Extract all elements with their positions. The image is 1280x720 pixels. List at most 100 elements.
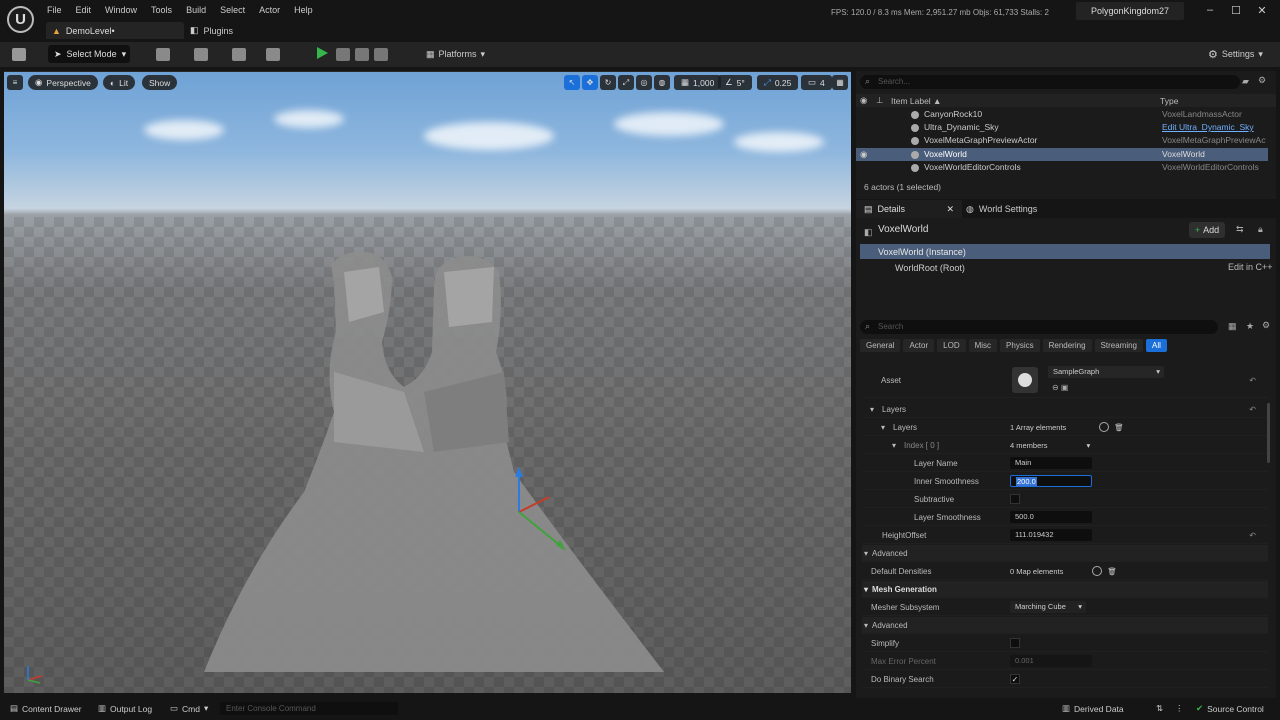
layers-array-row[interactable]: ▾ Layers 1 Array elements 🗑︎ [862, 419, 1268, 436]
tab-plugins[interactable]: ◧ Plugins [190, 22, 233, 39]
index-row[interactable]: ▾ Index [ 0 ] 4 members ▾ [862, 437, 1268, 454]
scale-tool-icon[interactable]: ⤢ [618, 75, 634, 90]
outliner-row[interactable]: VoxelWorldEditorControls VoxelWorldEdito… [856, 161, 1268, 174]
subtractive-checkbox[interactable] [1010, 494, 1020, 504]
expand-icon[interactable]: ▾ [870, 405, 874, 414]
grid-snap-button[interactable]: ▦ 1,000 [674, 75, 722, 90]
close-icon[interactable]: ✕ [946, 204, 954, 215]
component-instance[interactable]: VoxelWorld (Instance) [860, 244, 1270, 259]
level-viewport[interactable]: ≡ ◉ Perspective ◐ Lit Show ↖ ✥ ↻ ⤢ ◎ ◍ ▦… [4, 71, 851, 693]
mesh-generation-section[interactable]: ▾ Mesh Generation [862, 581, 1268, 598]
world-space-icon[interactable]: ◎ [636, 75, 652, 90]
unreal-logo-icon[interactable]: U [7, 6, 34, 33]
add-element-icon[interactable] [1092, 566, 1103, 576]
lock-icon[interactable]: 🔒︎ [1258, 224, 1263, 235]
add-component-button[interactable]: + Add [1189, 222, 1225, 238]
build-icon[interactable] [266, 48, 280, 61]
select-mode-dropdown[interactable]: ➤ Select Mode ▾ [48, 45, 130, 63]
menu-actor[interactable]: Actor [252, 4, 287, 16]
hamburger-icon[interactable]: ≡ [7, 75, 23, 90]
filter-lod[interactable]: LOD [937, 339, 966, 352]
asset-dropdown[interactable]: SampleGraph ▾ [1048, 366, 1164, 378]
revision-icon[interactable]: ⇅ [1156, 703, 1163, 714]
expand-icon[interactable]: ▾ [864, 585, 868, 594]
blueprint-icon[interactable] [194, 48, 208, 61]
asset-thumbnail[interactable] [1012, 367, 1038, 393]
expand-icon[interactable]: ▾ [892, 441, 896, 450]
outliner-row-selected[interactable]: ◉ VoxelWorld VoxelWorld [856, 148, 1268, 161]
filter-general[interactable]: General [860, 339, 901, 352]
chevron-down-icon[interactable]: ▾ [1087, 441, 1091, 450]
show-button[interactable]: Show [142, 75, 178, 90]
layers-section[interactable]: ▾ Layers ↶ [862, 401, 1268, 418]
output-log-button[interactable]: ▥ Output Log [98, 703, 152, 714]
minimize-icon[interactable]: – [1200, 4, 1220, 18]
tab-world-settings[interactable]: ◍ World Settings [966, 200, 1037, 218]
menu-select[interactable]: Select [213, 4, 252, 16]
content-drawer-button[interactable]: ▤ Content Drawer [10, 703, 82, 714]
advanced-section[interactable]: ▾ Advanced [862, 545, 1268, 562]
star-icon[interactable]: ★ [1246, 321, 1254, 332]
details-search-input[interactable]: Search [860, 320, 1218, 334]
settings-button[interactable]: ⚙ Settings ▾ [1208, 45, 1263, 63]
filter-rendering[interactable]: Rendering [1042, 339, 1092, 352]
cinematics-icon[interactable] [232, 48, 246, 61]
menu-edit[interactable]: Edit [69, 4, 99, 16]
gear-icon[interactable]: ⚙ [1258, 75, 1266, 86]
filter-all[interactable]: All [1146, 339, 1167, 352]
cmd-dropdown[interactable]: ▭ Cmd ▾ [170, 703, 208, 714]
mesher-dropdown[interactable]: Marching Cube ▾ [1010, 601, 1086, 613]
more-icon[interactable]: ⋮ [1175, 703, 1184, 714]
stop-icon[interactable] [355, 48, 369, 61]
console-input[interactable]: Enter Console Command [220, 702, 398, 715]
component-root[interactable]: WorldRoot (Root) [860, 260, 1270, 275]
browse-icon[interactable]: ⊖ ▣ [1052, 383, 1068, 392]
outliner-row[interactable]: CanyonRock10 VoxelLandmassActor [856, 108, 1268, 121]
outliner-row[interactable]: Ultra_Dynamic_Sky Edit Ultra_Dynamic_Sky [856, 121, 1268, 134]
menu-help[interactable]: Help [287, 4, 320, 16]
close-icon[interactable]: ✕ [1252, 4, 1272, 18]
col-type[interactable]: Type [1160, 96, 1178, 106]
expand-icon[interactable]: ▾ [864, 621, 868, 630]
move-tool-icon[interactable]: ✥ [582, 75, 598, 90]
gear-icon[interactable]: ⚙ [1262, 320, 1270, 331]
play-icon[interactable] [317, 47, 328, 59]
select-tool-icon[interactable]: ↖ [564, 75, 580, 90]
binary-search-checkbox[interactable]: ✓ [1010, 674, 1020, 684]
menu-window[interactable]: Window [98, 4, 144, 16]
advanced-section-2[interactable]: ▾ Advanced [862, 617, 1268, 634]
filter-actor[interactable]: Actor [903, 339, 935, 352]
scrollbar[interactable] [1267, 403, 1270, 463]
inner-smoothness-input[interactable]: 200.0 [1010, 475, 1092, 487]
transform-gizmo[interactable] [504, 467, 574, 557]
blueprint-icon[interactable]: ⇆ [1236, 224, 1244, 235]
edit-cpp-link[interactable]: Edit in C++ [1228, 262, 1273, 272]
save-icon[interactable] [12, 48, 26, 61]
eye-icon[interactable]: ◉ [860, 149, 867, 160]
tab-details[interactable]: ▤ Details ✕ [856, 200, 962, 218]
tab-demo-level[interactable]: ▲ DemoLevel• [46, 22, 184, 39]
layer-name-input[interactable]: Main [1010, 457, 1092, 469]
skip-icon[interactable] [336, 48, 350, 61]
row-type-link[interactable]: Edit Ultra_Dynamic_Sky [1162, 122, 1266, 132]
height-offset-input[interactable]: 111.019432 [1010, 529, 1092, 541]
perspective-button[interactable]: ◉ Perspective [28, 75, 98, 90]
lit-button[interactable]: ◐ Lit [103, 75, 136, 90]
maximize-icon[interactable]: ☐ [1226, 4, 1246, 18]
platforms-button[interactable]: ▦ Platforms ▾ [426, 45, 485, 63]
trash-icon[interactable]: 🗑︎ [1114, 423, 1124, 432]
table-view-icon[interactable]: ▦ [1228, 321, 1237, 332]
outliner-row[interactable]: VoxelMetaGraphPreviewActor VoxelMetaGrap… [856, 134, 1268, 147]
reset-icon[interactable]: ↶ [1249, 376, 1256, 385]
filter-physics[interactable]: Physics [1000, 339, 1040, 352]
surface-snap-icon[interactable]: ◍ [654, 75, 670, 90]
derived-data-button[interactable]: ▥ Derived Data [1062, 703, 1124, 714]
filter-streaming[interactable]: Streaming [1094, 339, 1143, 352]
simplify-checkbox[interactable] [1010, 638, 1020, 648]
add-element-icon[interactable] [1099, 422, 1110, 432]
expand-icon[interactable]: ▾ [881, 423, 885, 432]
angle-snap-button[interactable]: ∠ 5° [718, 75, 752, 90]
reset-icon[interactable]: ↶ [1249, 405, 1256, 414]
eject-icon[interactable] [374, 48, 388, 61]
menu-build[interactable]: Build [179, 4, 213, 16]
